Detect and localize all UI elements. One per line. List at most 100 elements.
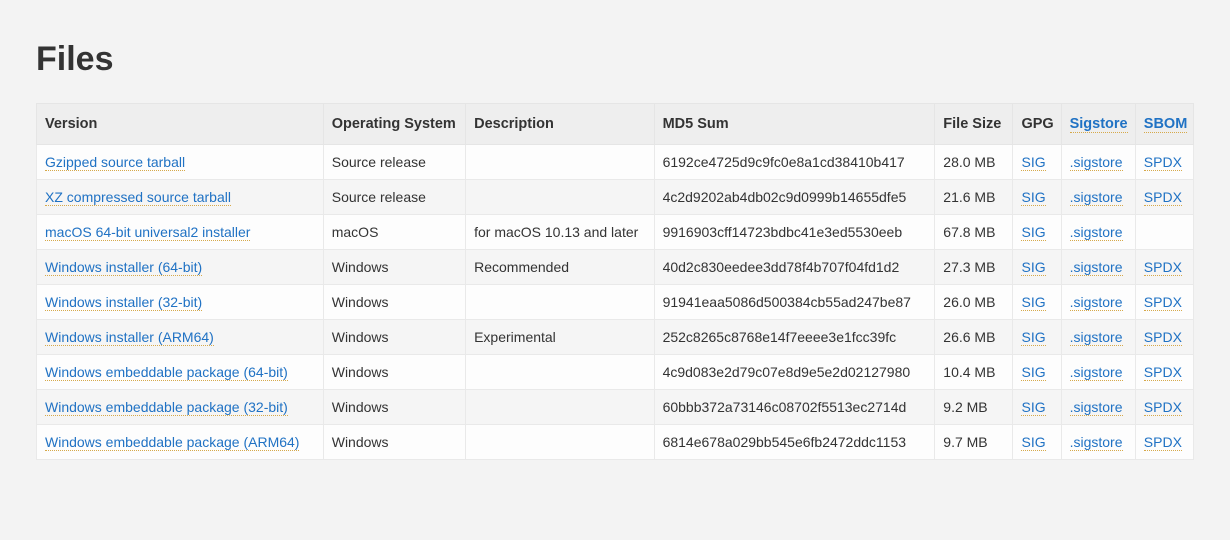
cell-sigstore: .sigstore — [1061, 320, 1135, 355]
download-link[interactable]: Windows embeddable package (64-bit) — [45, 364, 288, 381]
cell-sbom: SPDX — [1135, 285, 1193, 320]
cell-os: Source release — [323, 180, 465, 215]
sbom-link[interactable]: SPDX — [1144, 294, 1182, 311]
cell-gpg: SIG — [1013, 180, 1061, 215]
sigstore-link[interactable]: .sigstore — [1070, 189, 1123, 206]
sbom-link[interactable]: SPDX — [1144, 399, 1182, 416]
cell-sigstore: .sigstore — [1061, 355, 1135, 390]
gpg-sig-link[interactable]: SIG — [1021, 329, 1045, 346]
sbom-link[interactable]: SPDX — [1144, 434, 1182, 451]
cell-sbom: SPDX — [1135, 355, 1193, 390]
cell-sbom: SPDX — [1135, 145, 1193, 180]
cell-sigstore: .sigstore — [1061, 180, 1135, 215]
download-link[interactable]: Windows installer (32-bit) — [45, 294, 202, 311]
col-version: Version — [37, 104, 324, 145]
cell-os: Windows — [323, 425, 465, 460]
table-row: macOS 64-bit universal2 installer macOSfo… — [37, 215, 1194, 250]
files-table: Version Operating System Description MD5… — [36, 103, 1194, 460]
cell-description: Recommended — [466, 250, 654, 285]
sigstore-link[interactable]: .sigstore — [1070, 259, 1123, 276]
col-gpg: GPG — [1013, 104, 1061, 145]
cell-size: 10.4 MB — [935, 355, 1013, 390]
table-row: Windows embeddable package (ARM64) Window… — [37, 425, 1194, 460]
cell-os: Windows — [323, 250, 465, 285]
table-header-row: Version Operating System Description MD5… — [37, 104, 1194, 145]
cell-gpg: SIG — [1013, 215, 1061, 250]
cell-sbom: SPDX — [1135, 250, 1193, 285]
download-link[interactable]: Windows installer (ARM64) — [45, 329, 214, 346]
cell-size: 9.7 MB — [935, 425, 1013, 460]
download-link[interactable]: Windows installer (64-bit) — [45, 259, 202, 276]
table-row: Windows installer (32-bit)Windows91941ea… — [37, 285, 1194, 320]
sbom-header-link[interactable]: SBOM — [1144, 116, 1188, 133]
sigstore-link[interactable]: .sigstore — [1070, 399, 1123, 416]
col-os: Operating System — [323, 104, 465, 145]
cell-md5: 9916903cff14723bdbc41e3ed5530eeb — [654, 215, 935, 250]
sigstore-link[interactable]: .sigstore — [1070, 294, 1123, 311]
cell-sigstore: .sigstore — [1061, 285, 1135, 320]
download-link[interactable]: macOS 64-bit universal2 installer — [45, 224, 250, 241]
gpg-sig-link[interactable]: SIG — [1021, 189, 1045, 206]
download-link[interactable]: XZ compressed source tarball — [45, 189, 231, 206]
download-link[interactable]: Windows embeddable package (32-bit) — [45, 399, 288, 416]
table-row: Windows embeddable package (64-bit) Windo… — [37, 355, 1194, 390]
cell-version: Gzipped source tarball — [37, 145, 324, 180]
cell-sbom: SPDX — [1135, 425, 1193, 460]
table-row: Gzipped source tarball Source release 6192… — [37, 145, 1194, 180]
gpg-sig-link[interactable]: SIG — [1021, 259, 1045, 276]
gpg-sig-link[interactable]: SIG — [1021, 154, 1045, 171]
cell-description: for macOS 10.13 and later — [466, 215, 654, 250]
col-sbom: SBOM — [1135, 104, 1193, 145]
sigstore-link[interactable]: .sigstore — [1070, 329, 1123, 346]
page-title: Files — [36, 40, 1194, 79]
cell-description — [466, 180, 654, 215]
table-row: XZ compressed source tarball Source relea… — [37, 180, 1194, 215]
cell-version: macOS 64-bit universal2 installer — [37, 215, 324, 250]
cell-os: Source release — [323, 145, 465, 180]
cell-md5: 60bbb372a73146c08702f5513ec2714d — [654, 390, 935, 425]
cell-description — [466, 390, 654, 425]
gpg-sig-link[interactable]: SIG — [1021, 224, 1045, 241]
cell-description — [466, 145, 654, 180]
download-link[interactable]: Windows embeddable package (ARM64) — [45, 434, 299, 451]
cell-sigstore: .sigstore — [1061, 390, 1135, 425]
cell-md5: 252c8265c8768e14f7eeee3e1fcc39fc — [654, 320, 935, 355]
cell-os: Windows — [323, 355, 465, 390]
sigstore-link[interactable]: .sigstore — [1070, 434, 1123, 451]
cell-gpg: SIG — [1013, 425, 1061, 460]
sbom-link[interactable]: SPDX — [1144, 154, 1182, 171]
cell-md5: 40d2c830eedee3dd78f4b707f04fd1d2 — [654, 250, 935, 285]
cell-md5: 4c9d083e2d79c07e8d9e5e2d02127980 — [654, 355, 935, 390]
sigstore-link[interactable]: .sigstore — [1070, 224, 1123, 241]
sbom-link[interactable]: SPDX — [1144, 329, 1182, 346]
cell-os: Windows — [323, 320, 465, 355]
download-link[interactable]: Gzipped source tarball — [45, 154, 185, 171]
sigstore-link[interactable]: .sigstore — [1070, 364, 1123, 381]
gpg-sig-link[interactable]: SIG — [1021, 399, 1045, 416]
cell-description — [466, 355, 654, 390]
cell-gpg: SIG — [1013, 320, 1061, 355]
cell-version: Windows embeddable package (ARM64) — [37, 425, 324, 460]
cell-md5: 6192ce4725d9c9fc0e8a1cd38410b417 — [654, 145, 935, 180]
sbom-link[interactable]: SPDX — [1144, 364, 1182, 381]
gpg-sig-link[interactable]: SIG — [1021, 364, 1045, 381]
cell-size: 21.6 MB — [935, 180, 1013, 215]
cell-os: macOS — [323, 215, 465, 250]
cell-size: 67.8 MB — [935, 215, 1013, 250]
cell-description — [466, 425, 654, 460]
cell-md5: 6814e678a029bb545e6fb2472ddc1153 — [654, 425, 935, 460]
sigstore-header-link[interactable]: Sigstore — [1070, 116, 1128, 133]
sbom-link[interactable]: SPDX — [1144, 189, 1182, 206]
gpg-sig-link[interactable]: SIG — [1021, 434, 1045, 451]
sigstore-link[interactable]: .sigstore — [1070, 154, 1123, 171]
cell-gpg: SIG — [1013, 390, 1061, 425]
cell-size: 26.0 MB — [935, 285, 1013, 320]
cell-size: 27.3 MB — [935, 250, 1013, 285]
cell-sigstore: .sigstore — [1061, 215, 1135, 250]
col-sigstore: Sigstore — [1061, 104, 1135, 145]
gpg-sig-link[interactable]: SIG — [1021, 294, 1045, 311]
cell-version: Windows installer (64-bit) — [37, 250, 324, 285]
sbom-link[interactable]: SPDX — [1144, 259, 1182, 276]
cell-size: 28.0 MB — [935, 145, 1013, 180]
page-container: Files Version Operating System Descripti… — [0, 0, 1230, 540]
